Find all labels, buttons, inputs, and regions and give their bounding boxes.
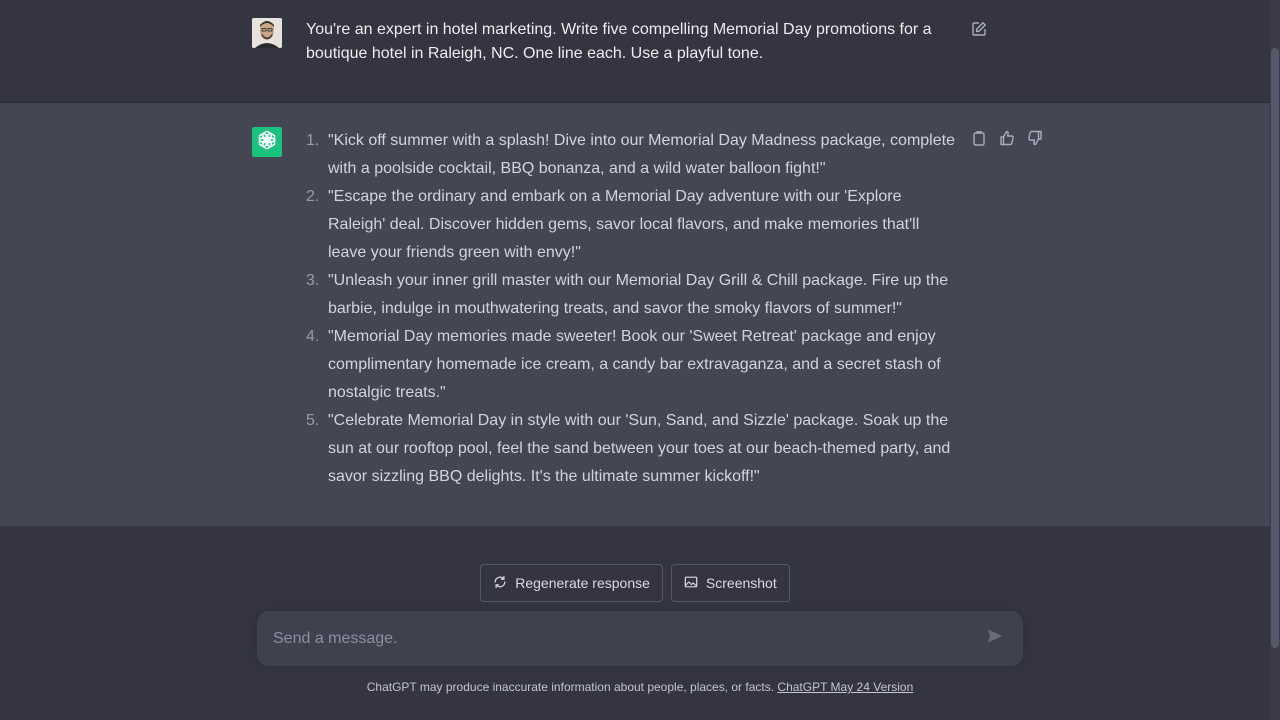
footer-disclaimer: ChatGPT may produce inaccurate informati… bbox=[0, 680, 1280, 694]
send-button[interactable] bbox=[983, 627, 1007, 651]
list-item-text: "Celebrate Memorial Day in style with ou… bbox=[328, 412, 951, 485]
list-item: 4. "Memorial Day memories made sweeter! … bbox=[300, 323, 960, 407]
message-input[interactable] bbox=[273, 629, 983, 648]
screenshot-label: Screenshot bbox=[705, 575, 777, 591]
screenshot-button[interactable]: Screenshot bbox=[670, 564, 790, 602]
list-item-text: "Unleash your inner grill master with ou… bbox=[328, 272, 949, 317]
thumbs-down-icon bbox=[1027, 130, 1043, 151]
edit-icon bbox=[971, 21, 987, 42]
conversation-actions: Regenerate response Screenshot bbox=[0, 564, 1270, 602]
list-item: 2. "Escape the ordinary and embark on a … bbox=[300, 183, 960, 267]
screenshot-icon bbox=[684, 575, 698, 592]
openai-logo-icon bbox=[256, 129, 278, 156]
assistant-message-row: 1. "Kick off summer with a splash! Dive … bbox=[0, 103, 1270, 527]
scrollbar[interactable] bbox=[1270, 0, 1280, 720]
version-link[interactable]: ChatGPT May 24 Version bbox=[777, 680, 913, 694]
message-feedback-controls bbox=[968, 129, 1046, 151]
assistant-response-list: 1. "Kick off summer with a splash! Dive … bbox=[300, 127, 960, 491]
list-item-text: "Escape the ordinary and embark on a Mem… bbox=[328, 188, 920, 261]
regenerate-response-label: Regenerate response bbox=[515, 575, 650, 591]
send-icon bbox=[987, 628, 1003, 649]
disclaimer-text: ChatGPT may produce inaccurate informati… bbox=[366, 680, 775, 694]
list-item-number: 3. bbox=[306, 272, 320, 289]
user-avatar bbox=[252, 18, 282, 48]
list-item: 3. "Unleash your inner grill master with… bbox=[300, 267, 960, 323]
user-message-text: You're an expert in hotel marketing. Wri… bbox=[306, 21, 932, 62]
message-composer bbox=[257, 611, 1023, 666]
refresh-icon bbox=[493, 575, 507, 592]
copy-button[interactable] bbox=[968, 129, 990, 151]
list-item-text: "Memorial Day memories made sweeter! Boo… bbox=[328, 328, 941, 401]
list-item: 1. "Kick off summer with a splash! Dive … bbox=[300, 127, 960, 183]
list-item-text: "Kick off summer with a splash! Dive int… bbox=[328, 132, 955, 177]
list-item-number: 5. bbox=[306, 412, 320, 429]
thumbs-up-icon bbox=[999, 130, 1015, 151]
regenerate-response-button[interactable]: Regenerate response bbox=[480, 564, 663, 602]
list-item: 5. "Celebrate Memorial Day in style with… bbox=[300, 407, 960, 491]
edit-message-button[interactable] bbox=[968, 20, 990, 42]
list-item-number: 2. bbox=[306, 188, 320, 205]
copy-icon bbox=[971, 130, 987, 151]
user-message-row: You're an expert in hotel marketing. Wri… bbox=[0, 0, 1270, 103]
assistant-avatar bbox=[252, 127, 282, 157]
list-item-number: 1. bbox=[306, 132, 320, 149]
thumbs-up-button[interactable] bbox=[996, 129, 1018, 151]
list-item-number: 4. bbox=[306, 328, 320, 345]
scrollbar-thumb[interactable] bbox=[1271, 48, 1279, 648]
thumbs-down-button[interactable] bbox=[1024, 129, 1046, 151]
